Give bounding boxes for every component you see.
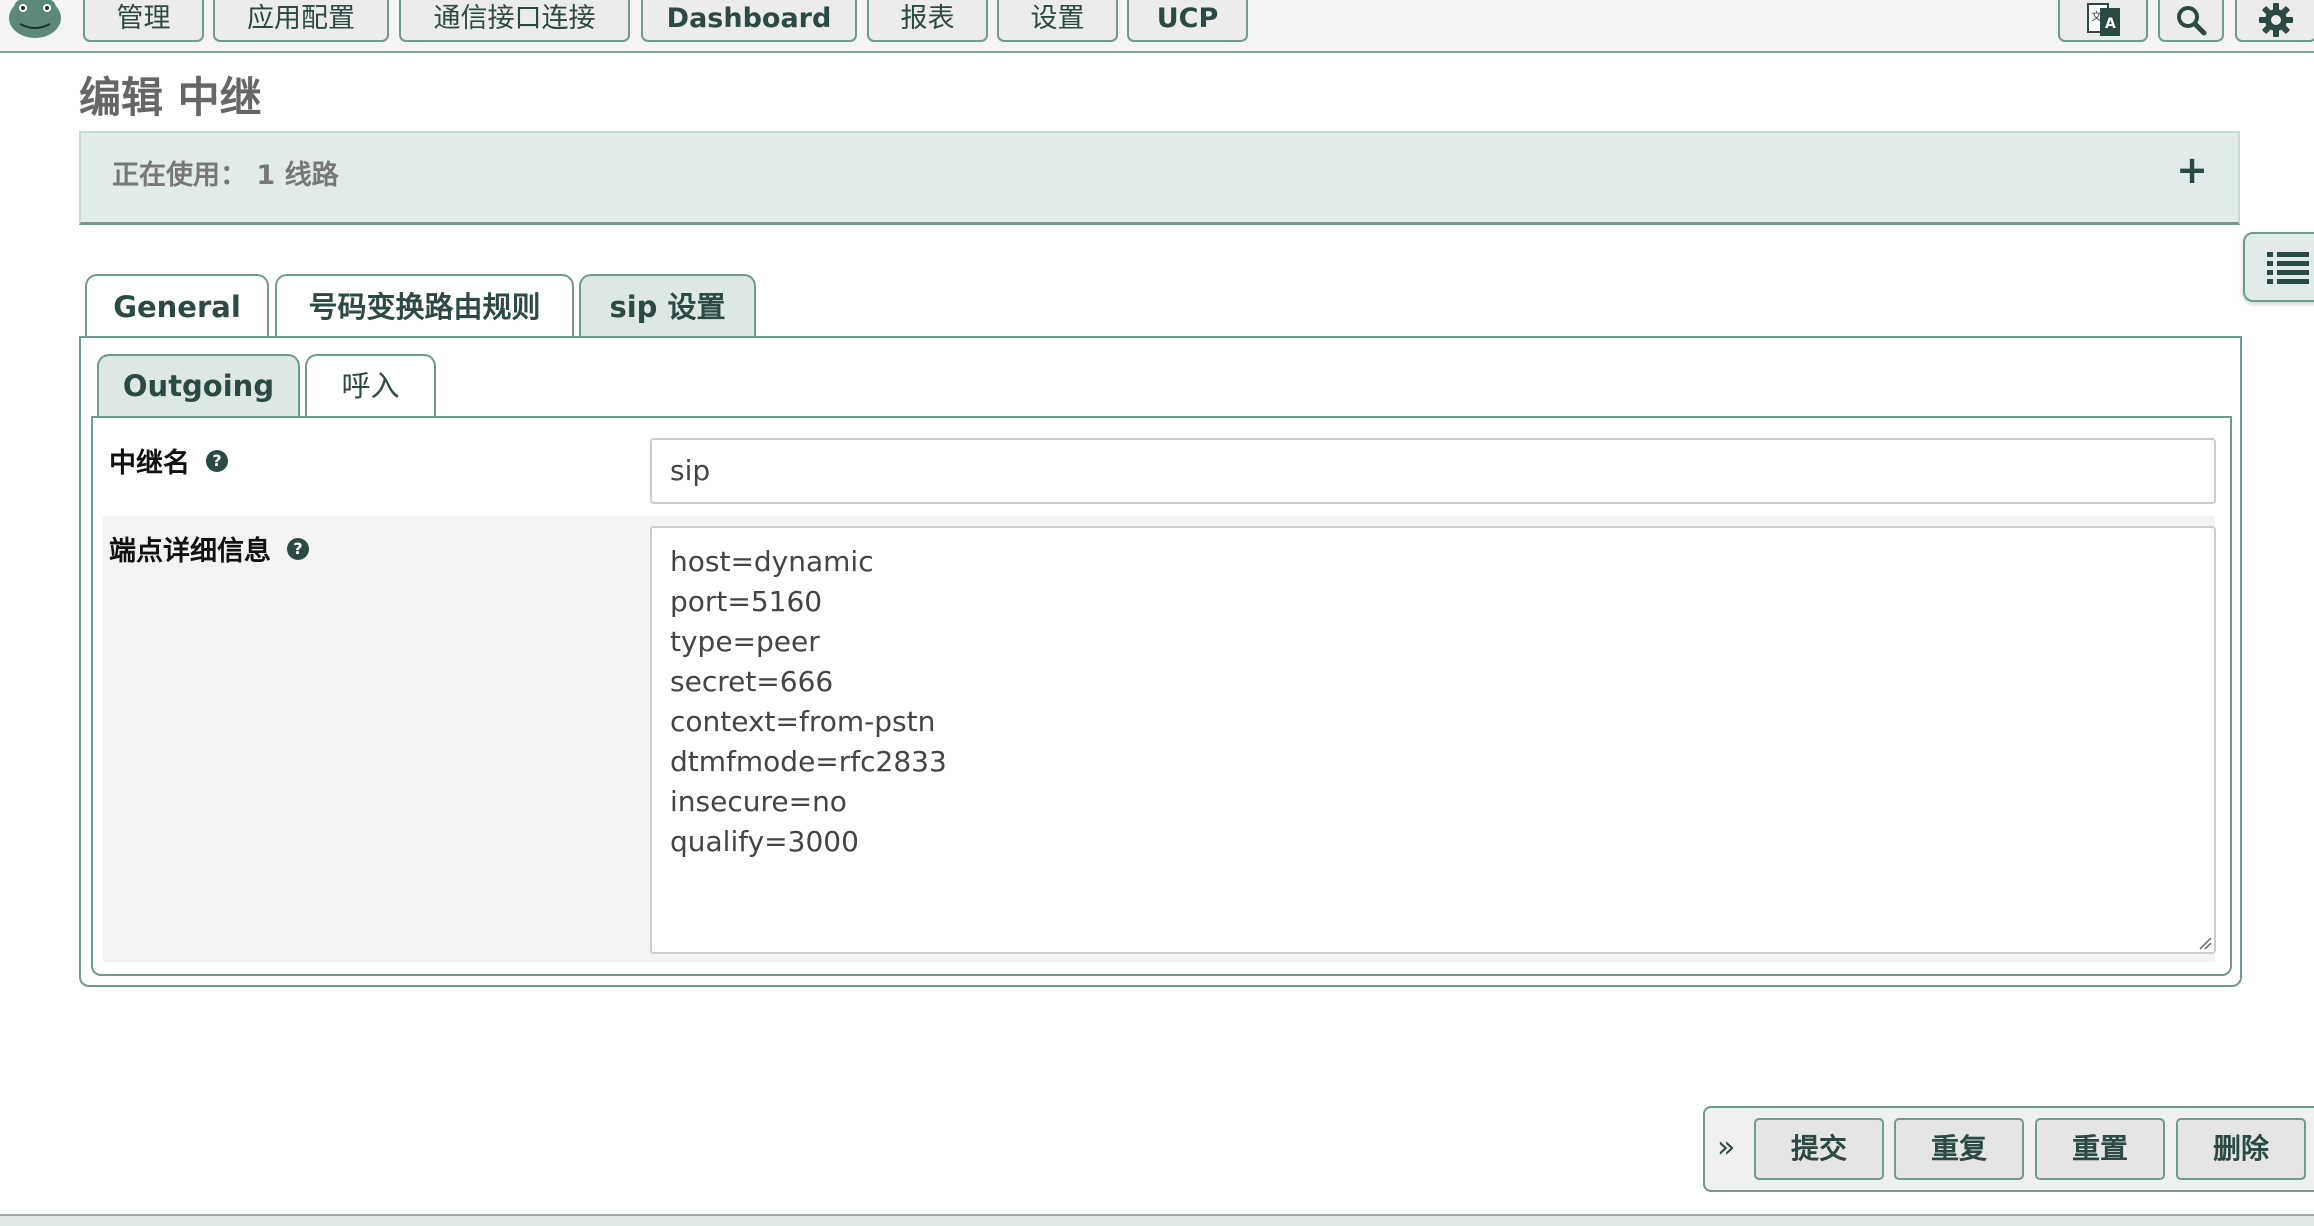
gear-icon: [2259, 3, 2293, 37]
peer-detail-line: qualify=3000: [670, 825, 859, 858]
peer-details-textarea[interactable]: host=dynamic port=5160 type=peer secret=…: [650, 526, 2216, 954]
peer-detail-line: context=from-pstn: [670, 705, 936, 738]
nav-dashboard[interactable]: Dashboard: [641, 0, 857, 42]
duplicate-button[interactable]: 重复: [1894, 1118, 2024, 1180]
peer-detail-line: insecure=no: [670, 785, 847, 818]
delete-button[interactable]: 删除: [2176, 1118, 2306, 1180]
trunk-name-label: 中继名: [109, 448, 190, 479]
tab-incoming[interactable]: 呼入: [305, 354, 436, 416]
plus-icon[interactable]: +: [2176, 151, 2208, 189]
peer-details-label: 端点详细信息: [109, 536, 271, 567]
nav-admin[interactable]: 管理: [83, 0, 204, 42]
search-icon: [2177, 6, 2207, 36]
in-use-text: 正在使用： 1 线路: [112, 160, 339, 191]
nav-reports[interactable]: 报表: [867, 0, 988, 42]
nav-ucp[interactable]: UCP: [1127, 0, 1248, 42]
nav-applications[interactable]: 应用配置: [213, 0, 389, 42]
frog-logo-icon[interactable]: [6, 0, 64, 40]
peer-detail-line: dtmfmode=rfc2833: [670, 745, 947, 778]
peer-detail-line: type=peer: [670, 625, 820, 658]
list-icon: [2267, 252, 2309, 284]
top-navbar: 管理 应用配置 通信接口连接 Dashboard 报表 设置 UCP 文 A: [0, 0, 2314, 53]
nav-settings[interactable]: 设置: [997, 0, 1118, 42]
translate-icon: 文 A: [2087, 3, 2120, 36]
settings-gear-button[interactable]: [2235, 0, 2314, 42]
peer-detail-line: secret=666: [670, 665, 834, 698]
footer-divider: [0, 1214, 2314, 1226]
search-button[interactable]: [2158, 0, 2224, 42]
in-use-panel[interactable]: 正在使用： 1 线路 +: [79, 131, 2240, 225]
help-icon[interactable]: ?: [206, 449, 228, 472]
tab-outgoing[interactable]: Outgoing: [97, 354, 300, 418]
tab-dialed-number-rules[interactable]: 号码变换路由规则: [275, 274, 574, 338]
peer-detail-line: host=dynamic: [670, 545, 874, 578]
submit-button[interactable]: 提交: [1754, 1118, 1884, 1180]
trunk-name-input[interactable]: sip: [650, 438, 2216, 504]
peer-details-row-label: 端点详细信息 ?: [109, 529, 309, 568]
resize-handle-icon[interactable]: [2198, 936, 2212, 950]
page-title: 编辑 中继: [79, 73, 262, 122]
side-list-toggle[interactable]: [2243, 232, 2314, 302]
nav-connectivity[interactable]: 通信接口连接: [399, 0, 630, 42]
trunk-name-row-label: 中继名 ?: [109, 441, 228, 480]
action-bar: » 提交 重复 重置 删除: [1703, 1106, 2314, 1192]
peer-detail-line: port=5160: [670, 585, 823, 618]
tab-general[interactable]: General: [85, 274, 269, 338]
svg-text:文: 文: [2091, 9, 2102, 23]
reset-button[interactable]: 重置: [2035, 1118, 2165, 1180]
collapse-action-bar-button[interactable]: »: [1717, 1128, 1735, 1168]
tab-sip-settings[interactable]: sip 设置: [579, 274, 756, 340]
svg-text:A: A: [2105, 16, 2116, 32]
help-icon[interactable]: ?: [287, 537, 309, 560]
language-button[interactable]: 文 A: [2058, 0, 2148, 42]
